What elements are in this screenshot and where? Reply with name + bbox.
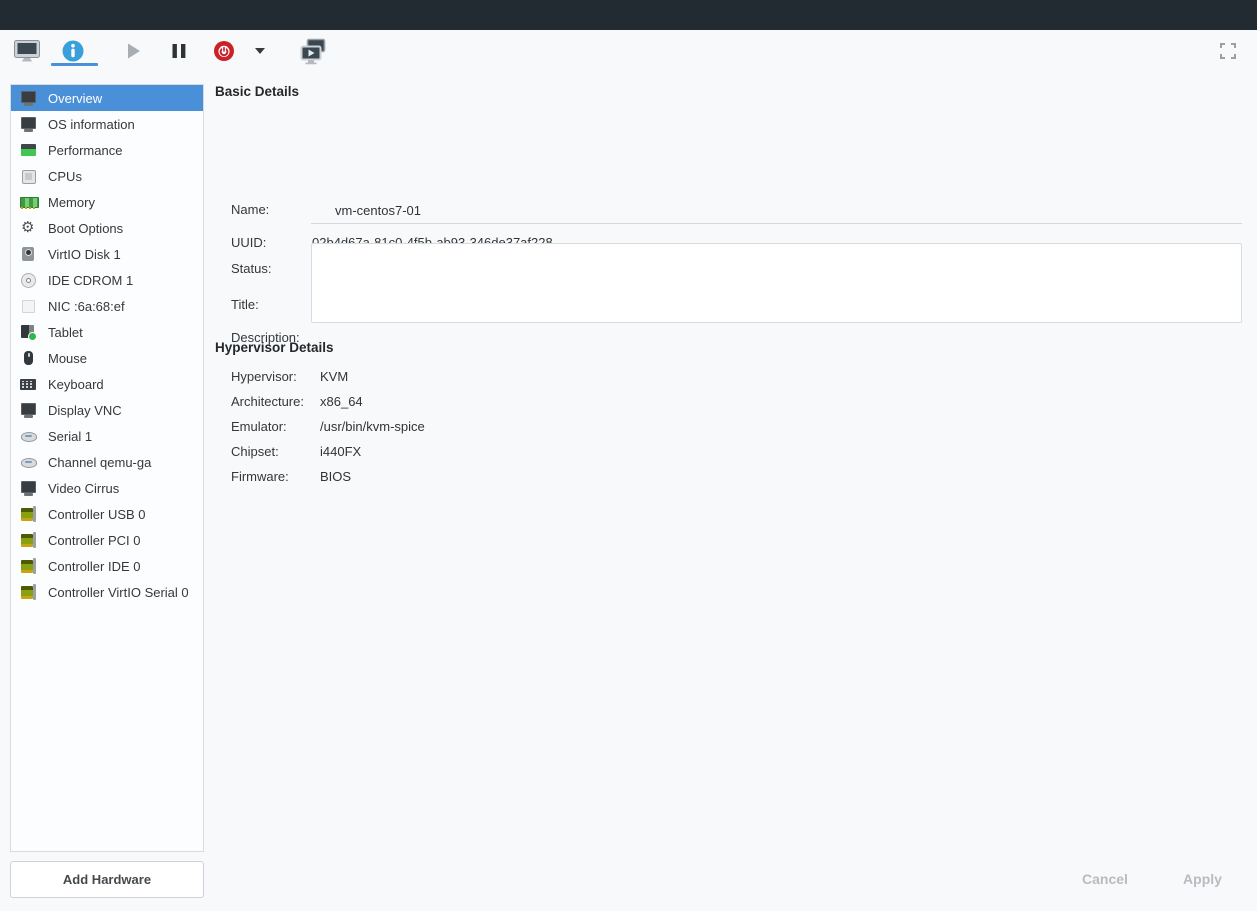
menu-view[interactable]	[46, 0, 64, 30]
virt-manager-window: Overview OS information Performance CPUs…	[0, 0, 1257, 911]
fullscreen-button[interactable]	[1213, 37, 1243, 65]
keyboard-icon	[20, 376, 37, 393]
shutdown-menu-button[interactable]	[249, 37, 271, 65]
pci-card-icon	[20, 584, 37, 601]
title-label: Title:	[231, 297, 259, 312]
sidebar-item-controller-pci-0[interactable]: Controller PCI 0	[11, 527, 203, 553]
fullscreen-icon	[1220, 43, 1236, 59]
hypervisor-row-emulator: Emulator: /usr/bin/kvm-spice	[215, 414, 1242, 439]
pause-button[interactable]	[164, 37, 194, 65]
hardware-list: Overview OS information Performance CPUs…	[10, 84, 204, 852]
mouse-icon	[20, 350, 37, 367]
description-textarea[interactable]	[311, 243, 1242, 323]
status-label: Status:	[231, 261, 271, 276]
uuid-label: UUID:	[231, 235, 266, 250]
sidebar-item-controller-virtio-serial-0[interactable]: Controller VirtIO Serial 0	[11, 579, 203, 605]
menubar	[0, 0, 1257, 30]
sidebar-item-cpus[interactable]: CPUs	[11, 163, 203, 189]
sidebar-item-tablet[interactable]: Tablet	[11, 319, 203, 345]
run-button[interactable]	[118, 37, 148, 65]
hypervisor-rows: Hypervisor: KVM Architecture: x86_64 Emu…	[215, 364, 1242, 489]
pci-card-icon	[20, 506, 37, 523]
name-input[interactable]	[311, 197, 1242, 224]
basic-details-heading: Basic Details	[215, 84, 299, 99]
name-label: Name:	[231, 202, 269, 217]
hypervisor-details-heading: Hypervisor Details	[215, 340, 334, 355]
run-play-icon	[122, 40, 144, 62]
shutdown-menu-caret-icon	[254, 47, 266, 55]
menu-file[interactable]	[10, 0, 28, 30]
add-hardware-button[interactable]: Add Hardware	[10, 861, 204, 898]
performance-icon	[20, 142, 37, 159]
sidebar-item-boot-options[interactable]: Boot Options	[11, 215, 203, 241]
details-selected-underline	[51, 63, 98, 66]
sidebar-item-controller-usb-0[interactable]: Controller USB 0	[11, 501, 203, 527]
pci-card-icon	[20, 532, 37, 549]
monitor-dark-icon	[20, 402, 37, 419]
show-console-button[interactable]	[12, 37, 42, 65]
cpu-icon	[20, 168, 37, 185]
hypervisor-row-chipset: Chipset: i440FX	[215, 439, 1242, 464]
monitor-dark-icon	[20, 480, 37, 497]
memory-icon	[20, 194, 37, 211]
sidebar-item-video-cirrus[interactable]: Video Cirrus	[11, 475, 203, 501]
details-info-icon	[61, 39, 85, 63]
details-panel: Basic Details Name: UUID: 02b4d67a-81c0-…	[215, 84, 1242, 804]
pause-icon	[169, 41, 189, 61]
sidebar-item-mouse[interactable]: Mouse	[11, 345, 203, 371]
pci-card-icon	[20, 558, 37, 575]
monitor-dark-icon	[20, 116, 37, 133]
menu-virtual-machine[interactable]	[28, 0, 46, 30]
sidebar-item-channel-qemu-ga[interactable]: Channel qemu-ga	[11, 449, 203, 475]
gear-icon	[20, 220, 37, 237]
hypervisor-row-architecture: Architecture: x86_64	[215, 389, 1242, 414]
serial-icon	[20, 454, 37, 471]
sidebar-item-nic-6a-68-ef[interactable]: NIC :6a:68:ef	[11, 293, 203, 319]
shutdown-power-icon	[212, 39, 236, 63]
sidebar-item-virtio-disk-1[interactable]: VirtIO Disk 1	[11, 241, 203, 267]
sidebar-item-os-information[interactable]: OS information	[11, 111, 203, 137]
cdrom-icon	[20, 272, 37, 289]
snapshots-button[interactable]	[298, 37, 332, 65]
sidebar-item-controller-ide-0[interactable]: Controller IDE 0	[11, 553, 203, 579]
nic-icon	[20, 298, 37, 315]
cancel-button[interactable]: Cancel	[1060, 866, 1150, 892]
sidebar-item-overview[interactable]: Overview	[11, 85, 203, 111]
sidebar-item-serial-1[interactable]: Serial 1	[11, 423, 203, 449]
snapshots-icon	[299, 38, 331, 65]
toolbar	[0, 30, 1257, 72]
apply-button[interactable]: Apply	[1160, 866, 1245, 892]
sidebar-item-memory[interactable]: Memory	[11, 189, 203, 215]
sidebar-item-display-vnc[interactable]: Display VNC	[11, 397, 203, 423]
sidebar-item-keyboard[interactable]: Keyboard	[11, 371, 203, 397]
tablet-icon	[20, 324, 37, 341]
serial-icon	[20, 428, 37, 445]
monitor-dark-icon	[20, 90, 37, 107]
menu-send-key[interactable]	[64, 0, 82, 30]
hypervisor-row-firmware: Firmware: BIOS	[215, 464, 1242, 489]
sidebar-item-performance[interactable]: Performance	[11, 137, 203, 163]
shutdown-button[interactable]	[209, 37, 239, 65]
hypervisor-row-hypervisor: Hypervisor: KVM	[215, 364, 1242, 389]
sidebar-item-ide-cdrom-1[interactable]: IDE CDROM 1	[11, 267, 203, 293]
disk-icon	[20, 246, 37, 263]
console-monitor-icon	[13, 39, 41, 63]
show-details-button[interactable]	[58, 37, 88, 65]
